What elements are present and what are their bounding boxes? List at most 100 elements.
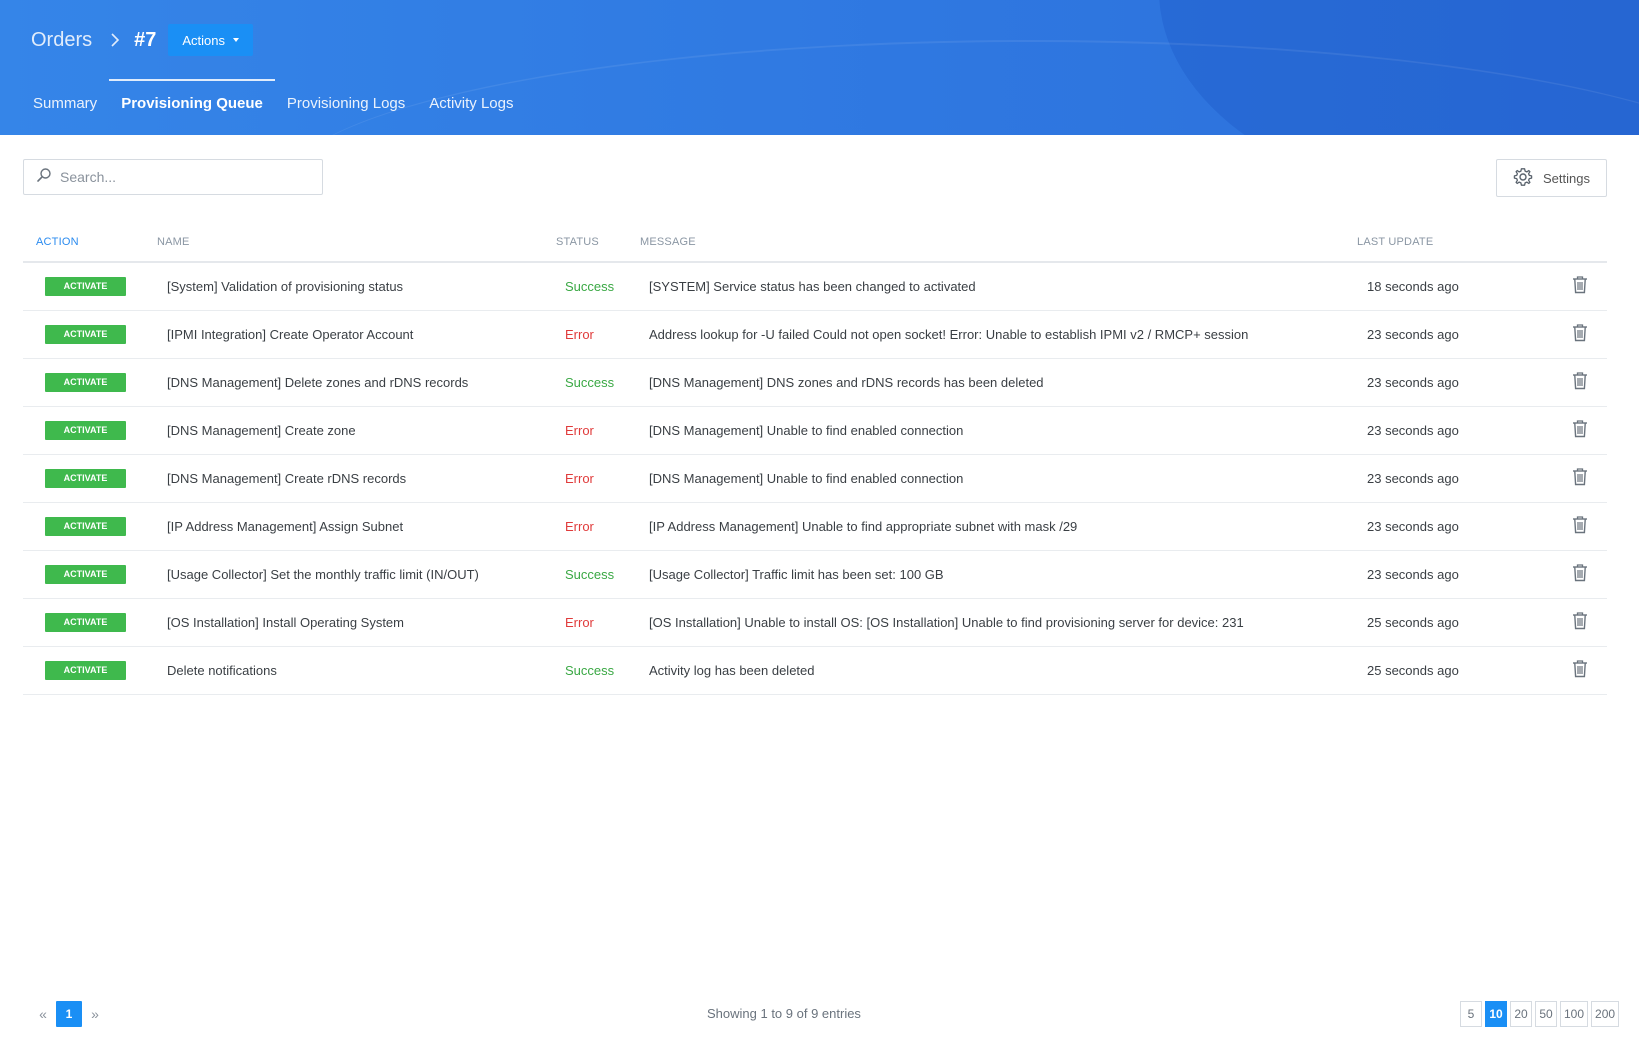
actions-button-label: Actions — [182, 32, 226, 48]
last-update-text: 23 seconds ago — [1357, 310, 1557, 359]
status-text: Error — [556, 454, 640, 503]
trash-icon[interactable] — [1572, 515, 1588, 537]
chevron-right-icon — [110, 32, 120, 48]
status-text: Error — [556, 502, 640, 551]
task-name: [DNS Management] Delete zones and rDNS r… — [157, 358, 556, 407]
search-icon — [36, 167, 52, 188]
table-row: ACTIVATE [System] Validation of provision… — [23, 262, 1607, 311]
settings-button[interactable]: Settings — [1496, 159, 1607, 197]
double-chevron-right-icon[interactable]: » — [90, 1006, 100, 1022]
activate-badge[interactable]: ACTIVATE — [45, 324, 126, 344]
table-row: ACTIVATE Delete notifications Success Activ… — [23, 646, 1607, 695]
activate-badge[interactable]: ACTIVATE — [45, 612, 126, 632]
action-cell: ACTIVATE — [23, 502, 157, 551]
delete-cell — [1557, 646, 1607, 695]
status-text: Success — [556, 646, 640, 695]
task-name: [DNS Management] Create rDNS records — [157, 454, 556, 503]
column-header-status[interactable]: STATUS — [556, 222, 640, 263]
delete-cell — [1557, 358, 1607, 407]
page-size-selector: 5 10 20 50 100 200 — [1460, 1001, 1620, 1027]
delete-cell — [1557, 406, 1607, 455]
trash-icon[interactable] — [1572, 371, 1588, 393]
trash-icon[interactable] — [1572, 659, 1588, 681]
message-text: [IP Address Management] Unable to find a… — [640, 502, 1357, 551]
trash-icon[interactable] — [1572, 323, 1588, 345]
activate-badge[interactable]: ACTIVATE — [45, 564, 126, 584]
table-row: ACTIVATE [Usage Collector] Set the monthl… — [23, 550, 1607, 599]
page-button-current[interactable]: 1 — [56, 1001, 82, 1027]
provisioning-queue-table: ACTION NAME STATUS MESSAGE LAST UPDATE A… — [23, 222, 1607, 695]
task-name: [System] Validation of provisioning stat… — [157, 262, 556, 311]
settings-button-label: Settings — [1543, 170, 1590, 186]
activate-badge[interactable]: ACTIVATE — [45, 420, 126, 440]
activate-badge[interactable]: ACTIVATE — [45, 516, 126, 536]
message-text: [DNS Management] Unable to find enabled … — [640, 406, 1357, 455]
action-cell: ACTIVATE — [23, 310, 157, 359]
table-header-row: ACTION NAME STATUS MESSAGE LAST UPDATE — [23, 222, 1607, 263]
message-text: [SYSTEM] Service status has been changed… — [640, 262, 1357, 311]
table-body: ACTIVATE [System] Validation of provision… — [23, 262, 1607, 695]
column-header-last-update[interactable]: LAST UPDATE — [1357, 222, 1557, 263]
column-header-delete — [1557, 222, 1607, 263]
pagination: « 1 » — [38, 1001, 100, 1027]
page-header: Orders #7 Actions Summary Provisioning Q… — [0, 0, 1639, 135]
tab-provisioning-queue[interactable]: Provisioning Queue — [109, 79, 275, 135]
trash-icon[interactable] — [1572, 419, 1588, 441]
search-field[interactable] — [23, 159, 323, 195]
tab-provisioning-logs[interactable]: Provisioning Logs — [275, 80, 417, 135]
search-input[interactable] — [60, 169, 300, 185]
activate-badge[interactable]: ACTIVATE — [45, 468, 126, 488]
page-size-option[interactable]: 10 — [1485, 1001, 1507, 1027]
status-text: Error — [556, 310, 640, 359]
page-size-option[interactable]: 5 — [1460, 1001, 1482, 1027]
action-cell: ACTIVATE — [23, 550, 157, 599]
task-name: Delete notifications — [157, 646, 556, 695]
activate-badge[interactable]: ACTIVATE — [45, 660, 126, 680]
status-text: Error — [556, 598, 640, 647]
action-cell: ACTIVATE — [23, 262, 157, 311]
page-size-option[interactable]: 200 — [1591, 1001, 1620, 1027]
tab-activity-logs[interactable]: Activity Logs — [417, 80, 525, 135]
status-text: Success — [556, 262, 640, 311]
delete-cell — [1557, 598, 1607, 647]
last-update-text: 25 seconds ago — [1357, 598, 1557, 647]
tab-bar: Summary Provisioning Queue Provisioning … — [21, 79, 525, 135]
action-cell: ACTIVATE — [23, 646, 157, 695]
trash-icon[interactable] — [1572, 563, 1588, 585]
task-name: [IPMI Integration] Create Operator Accou… — [157, 310, 556, 359]
message-text: [DNS Management] DNS zones and rDNS reco… — [640, 358, 1357, 407]
tab-summary[interactable]: Summary — [21, 80, 109, 135]
last-update-text: 18 seconds ago — [1357, 262, 1557, 311]
column-header-name[interactable]: NAME — [157, 222, 556, 263]
trash-icon[interactable] — [1572, 275, 1588, 297]
double-chevron-left-icon[interactable]: « — [38, 1006, 48, 1022]
message-text: [DNS Management] Unable to find enabled … — [640, 454, 1357, 503]
trash-icon[interactable] — [1572, 611, 1588, 633]
breadcrumb-orders-link[interactable]: Orders — [31, 29, 92, 52]
message-text: Address lookup for -U failed Could not o… — [640, 310, 1357, 359]
last-update-text: 23 seconds ago — [1357, 406, 1557, 455]
page-size-option[interactable]: 100 — [1560, 1001, 1589, 1027]
column-header-action[interactable]: ACTION — [23, 222, 157, 263]
delete-cell — [1557, 550, 1607, 599]
delete-cell — [1557, 502, 1607, 551]
task-name: [IP Address Management] Assign Subnet — [157, 502, 556, 551]
caret-down-icon — [233, 38, 240, 42]
page-size-option[interactable]: 20 — [1510, 1001, 1532, 1027]
status-text: Success — [556, 358, 640, 407]
actions-dropdown-button[interactable]: Actions — [168, 24, 254, 56]
activate-badge[interactable]: ACTIVATE — [45, 372, 126, 392]
last-update-text: 23 seconds ago — [1357, 550, 1557, 599]
activate-badge[interactable]: ACTIVATE — [45, 276, 126, 296]
message-text: [OS Installation] Unable to install OS: … — [640, 598, 1357, 647]
message-text: Activity log has been deleted — [640, 646, 1357, 695]
trash-icon[interactable] — [1572, 467, 1588, 489]
table-row: ACTIVATE [IP Address Management] Assign S… — [23, 502, 1607, 551]
column-header-message[interactable]: MESSAGE — [640, 222, 1357, 263]
table-row: ACTIVATE [IPMI Integration] Create Operat… — [23, 310, 1607, 359]
table-row: ACTIVATE [DNS Management] Create zone Erro… — [23, 406, 1607, 455]
page-size-option[interactable]: 50 — [1535, 1001, 1557, 1027]
delete-cell — [1557, 262, 1607, 311]
task-name: [OS Installation] Install Operating Syst… — [157, 598, 556, 647]
gear-icon — [1513, 167, 1533, 190]
